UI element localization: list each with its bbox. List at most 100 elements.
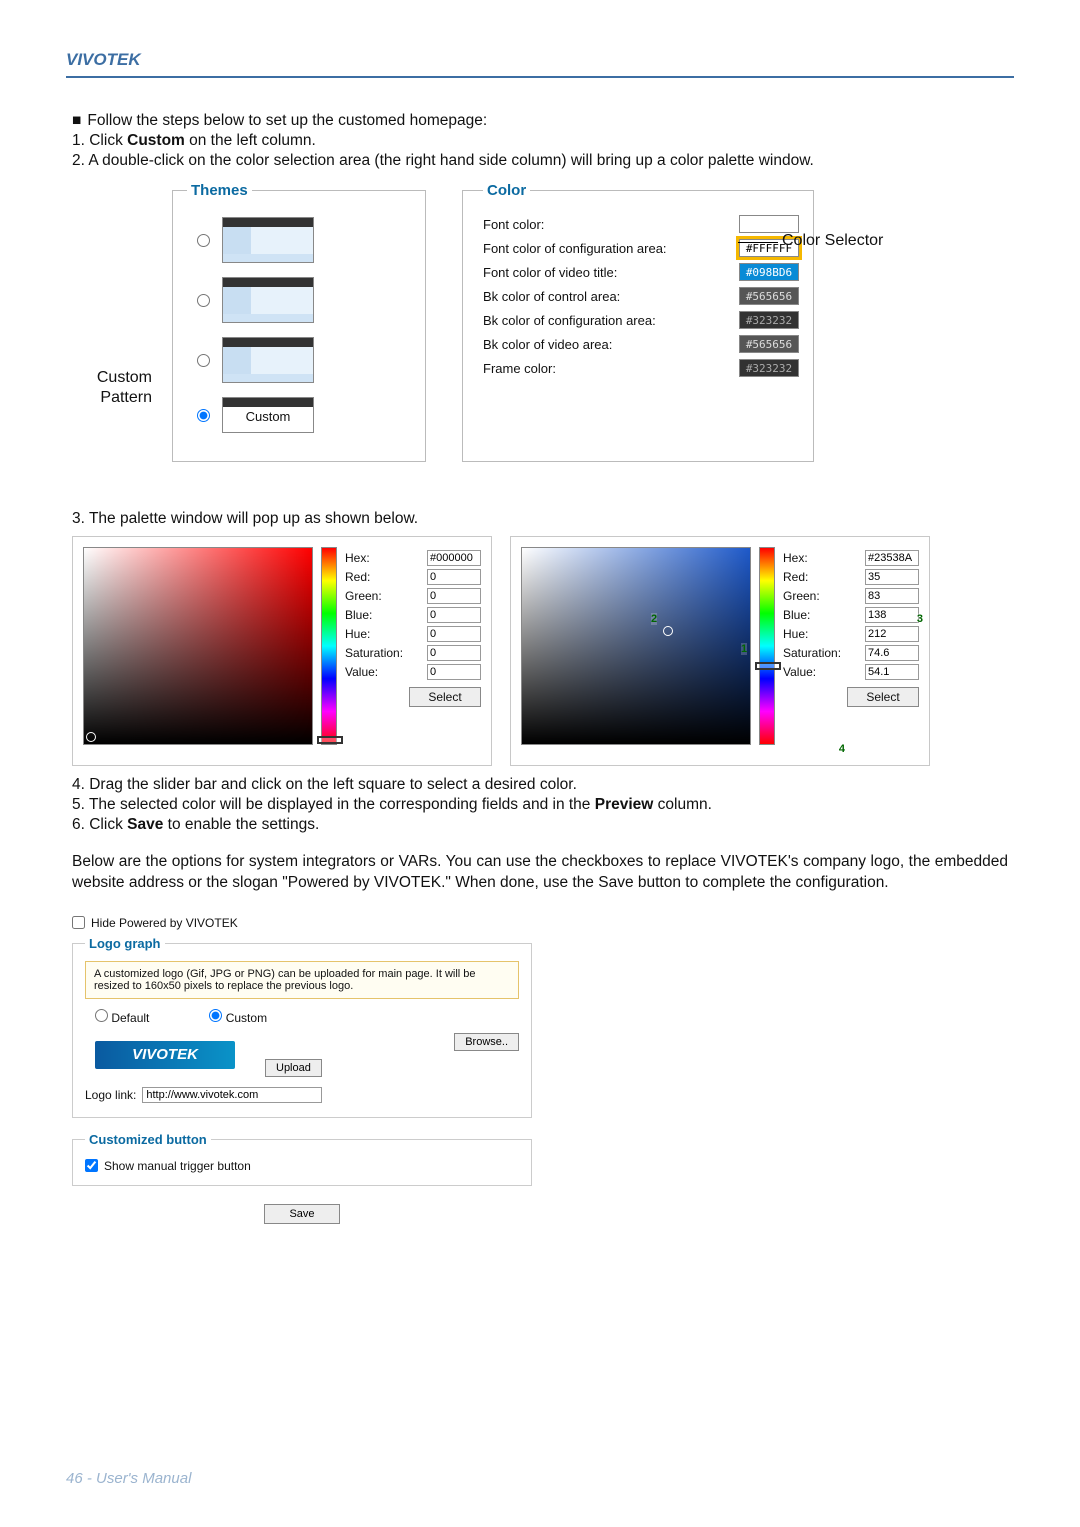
color-row-label: Bk color of video area:	[483, 337, 612, 352]
step4: 4. Drag the slider bar and click on the …	[72, 776, 1008, 794]
logo-panel: Hide Powered by VIVOTEK Logo graph A cus…	[72, 916, 532, 1224]
annotation-custom-pattern: Custom Pattern	[70, 368, 152, 408]
show-trigger-label: Show manual trigger button	[104, 1159, 251, 1173]
hide-powered-label: Hide Powered by VIVOTEK	[91, 916, 238, 930]
theme-option-2[interactable]	[197, 277, 411, 323]
palette-field-row: Hue:	[783, 626, 919, 642]
hue-slider-a[interactable]	[321, 547, 337, 745]
color-row-label: Font color of configuration area:	[483, 241, 667, 256]
palette-field-input[interactable]	[427, 588, 481, 604]
hide-powered-checkbox[interactable]	[72, 916, 85, 929]
palette-field-row: Saturation:	[345, 645, 481, 661]
palette-field-input[interactable]	[427, 626, 481, 642]
manual-page: VIVOTEK ■Follow the steps below to set u…	[0, 0, 1080, 1527]
palette-field-row: Value:	[345, 664, 481, 680]
palette-field-input[interactable]	[427, 550, 481, 566]
sv-dot-b[interactable]	[663, 626, 673, 636]
palette-field-input[interactable]	[865, 607, 919, 623]
palette-field-input[interactable]	[427, 645, 481, 661]
color-swatch[interactable]: #323232	[739, 359, 799, 377]
palette-field-input[interactable]	[865, 588, 919, 604]
theme-thumb-custom: Custom	[222, 397, 314, 433]
logo-custom-label: Custom	[226, 1011, 267, 1025]
color-row: Frame color: #323232	[483, 359, 799, 377]
sv-dot-a[interactable]	[86, 732, 96, 742]
theme-option-3[interactable]	[197, 337, 411, 383]
palette-field-row: Green:	[783, 588, 919, 604]
upload-button[interactable]: Upload	[265, 1059, 322, 1077]
show-trigger-checkbox[interactable]	[85, 1159, 98, 1172]
logo-custom-radio[interactable]	[209, 1009, 222, 1022]
palette-field-input[interactable]	[427, 664, 481, 680]
step5: 5. The selected color will be displayed …	[72, 796, 1008, 814]
palette-field-row: Red:	[345, 569, 481, 585]
theme-radio-custom[interactable]	[197, 409, 210, 422]
color-swatch[interactable]: #323232	[739, 311, 799, 329]
content: ■Follow the steps below to set up the cu…	[66, 112, 1014, 1450]
logo-default-option[interactable]: Default	[95, 1009, 149, 1025]
sv-square-b[interactable]	[521, 547, 751, 745]
hide-powered-row[interactable]: Hide Powered by VIVOTEK	[72, 916, 532, 930]
theme-custom-label: Custom	[223, 407, 313, 424]
palette-field-row: Blue:	[783, 607, 919, 623]
marker-1: 1	[741, 643, 747, 655]
step6: 6. Click Save to enable the settings.	[72, 816, 1008, 834]
theme-radio-1[interactable]	[197, 234, 210, 247]
palette-field-label: Hex:	[345, 551, 370, 565]
step1-text: 1. Click Custom on the left column.	[72, 132, 316, 150]
logo-preview-icon: VIVOTEK	[95, 1041, 235, 1069]
logo-link-input[interactable]	[142, 1087, 322, 1103]
palette-field-label: Red:	[345, 570, 370, 584]
palette-field-input[interactable]	[865, 664, 919, 680]
theme-radio-2[interactable]	[197, 294, 210, 307]
steps-456: 4. Drag the slider bar and click on the …	[72, 776, 1008, 834]
hue-handle-b[interactable]	[755, 662, 781, 670]
hue-handle-a[interactable]	[317, 736, 343, 744]
annotation-color-selector: Color Selector	[782, 232, 883, 250]
color-row: Bk color of configuration area:#323232	[483, 311, 799, 329]
logo-custom-option[interactable]: Custom	[209, 1009, 267, 1025]
color-row-label: Font color:	[483, 217, 544, 232]
color-swatch[interactable]: #565656	[739, 287, 799, 305]
show-trigger-row[interactable]: Show manual trigger button	[85, 1159, 519, 1173]
color-swatch[interactable]: #098BD6	[739, 263, 799, 281]
logo-default-radio[interactable]	[95, 1009, 108, 1022]
color-row: Bk color of video area: #565656	[483, 335, 799, 353]
palette-field-input[interactable]	[427, 569, 481, 585]
color-swatch[interactable]: #565656	[739, 335, 799, 353]
intro-lead: Follow the steps below to set up the cus…	[87, 112, 487, 130]
theme-thumb-3	[222, 337, 314, 383]
color-row-label: Frame color:	[483, 361, 556, 376]
palette-field-row: Value:	[783, 664, 919, 680]
palette-fields-a: Hex:Red:Green:Blue:Hue:Saturation:Value:…	[345, 547, 481, 755]
palette-field-row: Blue:	[345, 607, 481, 623]
color-swatch[interactable]	[739, 215, 799, 233]
theme-thumb-1	[222, 217, 314, 263]
theme-radio-3[interactable]	[197, 354, 210, 367]
theme-option-custom[interactable]: Custom	[197, 397, 411, 433]
hue-slider-b[interactable]	[759, 547, 775, 745]
header-brand: VIVOTEK	[66, 50, 1014, 76]
theme-option-1[interactable]	[197, 217, 411, 263]
themes-colors-row: Custom Pattern Color Selector Themes	[72, 182, 1008, 462]
palette-select-button[interactable]: Select	[409, 687, 481, 707]
save-button[interactable]: Save	[264, 1204, 339, 1224]
palette-field-input[interactable]	[865, 626, 919, 642]
palette-field-input[interactable]	[865, 569, 919, 585]
palette-field-input[interactable]	[865, 645, 919, 661]
header-rule	[66, 76, 1014, 78]
themes-legend: Themes	[187, 182, 252, 199]
sv-square-a[interactable]	[83, 547, 313, 745]
color-legend: Color	[483, 182, 530, 199]
palette-field-label: Green:	[783, 589, 820, 603]
color-row: Font color:	[483, 215, 799, 233]
palette-fields-b: Hex:Red:Green:Blue:Hue:Saturation:Value:…	[783, 547, 919, 755]
themes-fieldset: Themes Custom	[172, 182, 426, 462]
palette-select-button[interactable]: Select	[847, 687, 919, 707]
browse-button[interactable]: Browse..	[454, 1033, 519, 1051]
palette-field-input[interactable]	[427, 607, 481, 623]
palette-field-input[interactable]	[865, 550, 919, 566]
theme-thumb-2	[222, 277, 314, 323]
palette-field-label: Saturation:	[783, 646, 841, 660]
color-row: Font color of video title:#098BD6	[483, 263, 799, 281]
